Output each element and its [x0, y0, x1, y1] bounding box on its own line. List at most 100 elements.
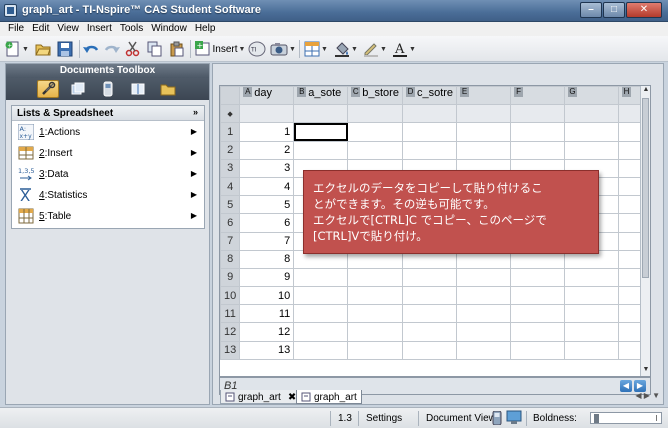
menu-view[interactable]: View	[53, 22, 83, 36]
cell[interactable]	[293, 304, 349, 324]
new-document-button[interactable]: + ▼	[4, 40, 30, 58]
menu-window[interactable]: Window	[147, 22, 191, 36]
lists-spreadsheet-header[interactable]: Lists & Spreadsheet »	[12, 106, 204, 121]
formula-cell[interactable]	[401, 104, 458, 124]
row-header[interactable]: 11	[220, 304, 241, 324]
maximize-button[interactable]: □	[603, 2, 625, 18]
menu-edit[interactable]: Edit	[28, 22, 53, 36]
row-header[interactable]: 10	[220, 286, 241, 306]
cell[interactable]	[293, 322, 349, 342]
document-tools-tab[interactable]	[36, 80, 59, 98]
column-header-g[interactable]: G	[564, 86, 620, 106]
cell[interactable]	[456, 304, 512, 324]
scroll-up-icon[interactable]: ▲	[641, 86, 650, 96]
tab-scroll-arrows[interactable]: ◀ ▶ ▼	[635, 391, 660, 400]
cell-day[interactable]: 8	[239, 249, 295, 269]
menu-actions[interactable]: A: x+y 1:Actions ▶	[12, 122, 204, 142]
cell[interactable]	[510, 267, 566, 288]
cell[interactable]	[510, 286, 566, 306]
cell[interactable]	[456, 122, 512, 142]
cell-day[interactable]: 13	[239, 340, 295, 360]
handheld-view-icon[interactable]	[492, 410, 502, 428]
insert-button[interactable]: + Insert ▼	[194, 40, 246, 58]
cell[interactable]	[347, 140, 403, 160]
cell-day[interactable]: 5	[239, 195, 295, 215]
cell[interactable]	[456, 267, 512, 288]
cell[interactable]	[456, 340, 512, 360]
screen-capture-button[interactable]: ▼	[269, 40, 297, 58]
menu-file[interactable]: File	[4, 22, 28, 36]
cell[interactable]	[456, 140, 512, 160]
cell[interactable]	[401, 140, 458, 160]
cell-day[interactable]: 11	[239, 304, 295, 324]
close-button[interactable]: ✕	[626, 2, 662, 18]
cell[interactable]	[293, 140, 349, 160]
cell[interactable]	[456, 286, 512, 306]
menu-help[interactable]: Help	[191, 22, 220, 36]
redo-button[interactable]	[103, 40, 121, 58]
cell-day[interactable]: 1	[239, 122, 295, 142]
copy-button[interactable]	[146, 40, 164, 58]
column-header-f[interactable]: F	[510, 86, 566, 106]
column-header-b[interactable]: Ba_sote	[293, 86, 349, 106]
cell[interactable]	[564, 304, 620, 324]
row-header[interactable]: 6	[220, 213, 241, 233]
cell[interactable]	[347, 340, 403, 360]
cell-selected[interactable]	[293, 122, 349, 142]
column-header-e[interactable]: E	[456, 86, 512, 106]
cell-day[interactable]: 12	[239, 322, 295, 342]
formula-cell[interactable]	[239, 104, 295, 124]
menu-statistics[interactable]: X 4:Statistics ▶	[12, 185, 204, 205]
cell-day[interactable]: 4	[239, 176, 295, 197]
cell[interactable]	[564, 340, 620, 360]
cell[interactable]	[347, 267, 403, 288]
cell[interactable]	[293, 286, 349, 306]
cell[interactable]	[564, 122, 620, 142]
minimize-button[interactable]: –	[580, 2, 602, 18]
cell[interactable]	[564, 140, 620, 160]
row-header[interactable]: 2	[220, 140, 241, 160]
collapse-icon[interactable]: »	[193, 107, 198, 117]
row-header[interactable]: 9	[220, 267, 241, 288]
computer-view-icon[interactable]	[506, 410, 522, 428]
utilities-tab[interactable]	[127, 80, 149, 98]
cell-day[interactable]: 6	[239, 213, 295, 233]
cell-day[interactable]: 10	[239, 286, 295, 306]
column-header-d[interactable]: Dc_sotre	[401, 86, 458, 106]
menu-insert[interactable]: Insert	[83, 22, 116, 36]
formula-cell[interactable]	[347, 104, 403, 124]
row-header[interactable]: 5	[220, 195, 241, 215]
cell[interactable]	[293, 267, 349, 288]
cell[interactable]	[347, 286, 403, 306]
column-header-a[interactable]: Aday	[239, 86, 295, 106]
page-sorter-tab[interactable]	[67, 80, 89, 98]
formula-cell[interactable]	[510, 104, 566, 124]
scroll-down-icon[interactable]: ▼	[641, 366, 650, 376]
tab-graph-art-1[interactable]: graph_art ✖	[220, 390, 302, 404]
tab-graph-art-2[interactable]: graph_art	[296, 390, 362, 404]
cut-button[interactable]	[124, 40, 142, 58]
cell[interactable]	[401, 340, 458, 360]
cell[interactable]	[293, 340, 349, 360]
cell[interactable]	[510, 122, 566, 142]
scrollbar-thumb[interactable]	[642, 98, 649, 278]
row-header[interactable]: 1	[220, 122, 241, 142]
line-color-button[interactable]: ▼	[361, 40, 389, 58]
column-header-c[interactable]: Cb_store	[347, 86, 403, 106]
cell[interactable]	[510, 304, 566, 324]
cell[interactable]	[401, 304, 458, 324]
cell-day[interactable]: 2	[239, 140, 295, 160]
paste-button[interactable]	[168, 40, 186, 58]
menu-table[interactable]: 5:Table ▶	[12, 206, 204, 226]
row-header[interactable]: 13	[220, 340, 241, 360]
cell[interactable]	[347, 322, 403, 342]
calculator-keypad-button[interactable]: TI	[247, 40, 267, 58]
cell-day[interactable]: 7	[239, 231, 295, 251]
layout-button[interactable]: ▼	[302, 40, 330, 58]
cell-day[interactable]: 3	[239, 158, 295, 178]
undo-button[interactable]	[82, 40, 100, 58]
menu-tools[interactable]: Tools	[116, 22, 147, 36]
formula-cell[interactable]	[456, 104, 512, 124]
cell-day[interactable]: 9	[239, 267, 295, 288]
formula-cell[interactable]	[564, 104, 620, 124]
